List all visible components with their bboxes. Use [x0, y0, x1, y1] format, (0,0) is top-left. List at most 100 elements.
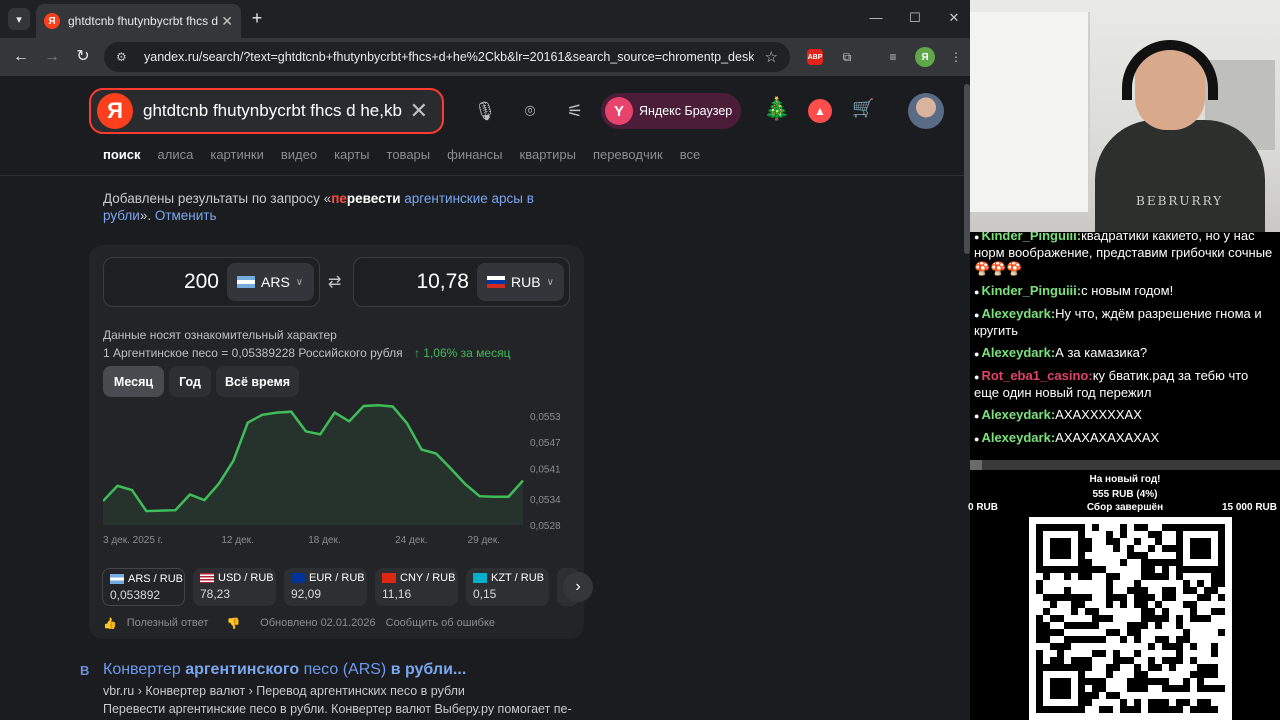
currency-pair-cn[interactable]: CNY / RUB 11,16 — [375, 568, 458, 606]
back-button[interactable]: ← — [10, 46, 32, 68]
chat-username[interactable]: Alexeydark: — [981, 306, 1055, 321]
alice-icon[interactable]: ▲ — [808, 99, 832, 123]
result-title-link[interactable]: Конвертер аргентинского песо (ARS) в руб… — [103, 661, 466, 679]
tab-8[interactable]: переводчик — [593, 147, 663, 167]
result-title-part[interactable]: Конвертер — [103, 661, 185, 678]
minimize-button[interactable]: — — [866, 10, 886, 25]
period-year-button[interactable]: Год — [169, 366, 211, 397]
site-info-icon[interactable]: ⚙ — [116, 50, 132, 64]
chat-username[interactable]: Rot_eba1_casino: — [981, 368, 1092, 383]
tab-6[interactable]: финансы — [447, 147, 502, 167]
cart-icon[interactable]: 🛒 — [852, 98, 874, 119]
adblock-extension-icon[interactable]: ABP — [807, 49, 823, 65]
search-input[interactable]: Я ghtdtcnb fhutynbycrbt fhcs d he,kb ✕ — [89, 88, 444, 134]
browser-tab[interactable]: Я ghtdtcnb fhutynbycrbt fhcs d he,kb ✕ — [36, 4, 241, 38]
swap-currencies-icon[interactable]: ⇄ — [328, 272, 341, 292]
qr-module — [1120, 636, 1127, 643]
tab-2[interactable]: картинки — [210, 147, 264, 167]
thumbs-up-icon[interactable]: 👍 — [103, 617, 117, 630]
chat-username[interactable]: Alexeydark: — [981, 345, 1055, 360]
menu-kebab-icon[interactable]: ⋮ — [946, 47, 966, 67]
close-window-button[interactable]: ✕ — [944, 10, 964, 26]
qr-module — [1162, 545, 1169, 552]
address-bar[interactable]: ⚙ yandex.ru/search/?text=ghtdtcnb+fhutyn… — [104, 42, 790, 72]
christmas-tree-icon[interactable]: 🎄 — [763, 96, 790, 122]
qr-module — [1141, 608, 1148, 615]
qr-module — [1183, 601, 1190, 608]
cancel-link[interactable]: Отменить — [155, 208, 217, 223]
tab-0[interactable]: поиск — [103, 147, 141, 167]
tab-9[interactable]: все — [680, 147, 701, 167]
qr-module — [1211, 671, 1218, 678]
tab-5[interactable]: товары — [387, 147, 431, 167]
period-month-button[interactable]: Месяц — [103, 366, 164, 397]
thumbs-down-icon[interactable]: 👎 — [226, 617, 240, 630]
from-currency-select[interactable]: ARS ∨ — [227, 263, 314, 301]
tab-4[interactable]: карты — [334, 147, 369, 167]
tab-3[interactable]: видео — [281, 147, 317, 167]
tab-1[interactable]: алиса — [158, 147, 194, 167]
qr-module — [1148, 559, 1155, 566]
to-amount-value[interactable]: 10,78 — [416, 270, 469, 294]
period-all-time-button[interactable]: Всё время — [216, 366, 299, 397]
settings-sliders-icon[interactable]: ⚟ — [562, 98, 588, 124]
url-text[interactable]: yandex.ru/search/?text=ghtdtcnb+fhutynby… — [144, 50, 754, 64]
qr-module — [1113, 538, 1120, 545]
from-amount-value[interactable]: 200 — [184, 270, 219, 294]
avatar[interactable] — [908, 93, 944, 129]
tab-title: ghtdtcnb fhutynbycrbt fhcs d he,kb — [68, 14, 218, 28]
result-title-part[interactable]: песо (ARS) — [299, 661, 391, 678]
bookmark-star-icon[interactable]: ☆ — [765, 48, 778, 66]
to-currency-select[interactable]: RUB ∨ — [477, 263, 564, 301]
result-title-bold[interactable]: в рубли — [391, 661, 453, 678]
new-tab-button[interactable]: + — [247, 8, 267, 28]
search-query-text[interactable]: ghtdtcnb fhutynbycrbt fhcs d he,kb — [143, 101, 402, 121]
chat-username[interactable]: Alexeydark: — [981, 430, 1055, 445]
chat-username[interactable]: Kinder_Pinguiii: — [981, 283, 1081, 298]
profile-icon[interactable]: Я — [915, 47, 935, 67]
qr-module — [1141, 622, 1148, 629]
tab-close-icon[interactable]: ✕ — [221, 13, 233, 30]
extensions-icon[interactable]: ⧉ — [837, 47, 857, 67]
chat-username[interactable]: Kinder_Pinguiii: — [981, 232, 1081, 243]
currency-pair-ar[interactable]: ARS / RUB 0,053892 — [102, 568, 185, 606]
qr-module — [1050, 657, 1057, 664]
yandex-browser-button[interactable]: Y Яндекс Браузер — [601, 93, 741, 129]
currency-pair-kz[interactable]: KZT / RUB 0,15 — [466, 568, 549, 606]
from-amount-field[interactable]: 200 ARS ∨ — [103, 257, 320, 307]
qr-finder — [1050, 678, 1071, 699]
voice-search-icon[interactable]: 🎙 — [472, 98, 498, 124]
qr-module — [1057, 594, 1064, 601]
tab-search-button[interactable]: ▾ — [8, 8, 30, 30]
report-error-link[interactable]: Сообщить об ошибке — [386, 617, 495, 630]
chart-area — [103, 405, 523, 525]
image-search-icon[interactable]: ⌾ — [517, 98, 543, 124]
notice-query-bold[interactable]: ревести — [347, 191, 401, 206]
maximize-button[interactable]: ☐ — [905, 10, 925, 26]
yandex-logo-icon[interactable]: Я — [97, 93, 133, 129]
qr-module — [1127, 678, 1134, 685]
result-title-ellipsis[interactable]: ... — [453, 661, 466, 678]
qr-module — [1106, 615, 1113, 622]
to-amount-field[interactable]: 10,78 RUB ∨ — [353, 257, 570, 307]
qr-module — [1155, 531, 1162, 538]
result-title-bold[interactable]: аргентинского — [185, 661, 299, 678]
pair-name: KZT / RUB — [473, 572, 544, 584]
currency-pair-eu[interactable]: EUR / RUB 92,09 — [284, 568, 367, 606]
currency-pair-us[interactable]: USD / RUB 78,23 — [193, 568, 276, 606]
pairs-next-button[interactable]: › — [563, 572, 593, 602]
forward-button[interactable]: → — [41, 46, 63, 68]
result-favicon-icon: B — [80, 663, 90, 678]
exchange-rate-chart[interactable]: 0,0553 0,0547 0,0541 0,0534 0,0528 3 дек. 202… — [103, 403, 573, 548]
qr-module — [1162, 559, 1169, 566]
qr-module — [1036, 587, 1043, 594]
media-controls-icon[interactable]: ≡ — [883, 47, 903, 67]
reload-button[interactable]: ↻ — [72, 46, 94, 68]
tab-7[interactable]: квартиры — [520, 147, 576, 167]
shirt-print: BEBRURRY — [1136, 194, 1224, 208]
exchange-rate-line: 1 Аргентинское песо = 0,05389228 Российс… — [103, 346, 510, 360]
result-breadcrumb[interactable]: vbr.ru › Конвертер валют › Перевод арген… — [103, 684, 465, 698]
useful-answer-link[interactable]: Полезный ответ — [127, 617, 209, 630]
chat-username[interactable]: Alexeydark: — [981, 407, 1055, 422]
clear-search-icon[interactable]: ✕ — [410, 98, 428, 124]
